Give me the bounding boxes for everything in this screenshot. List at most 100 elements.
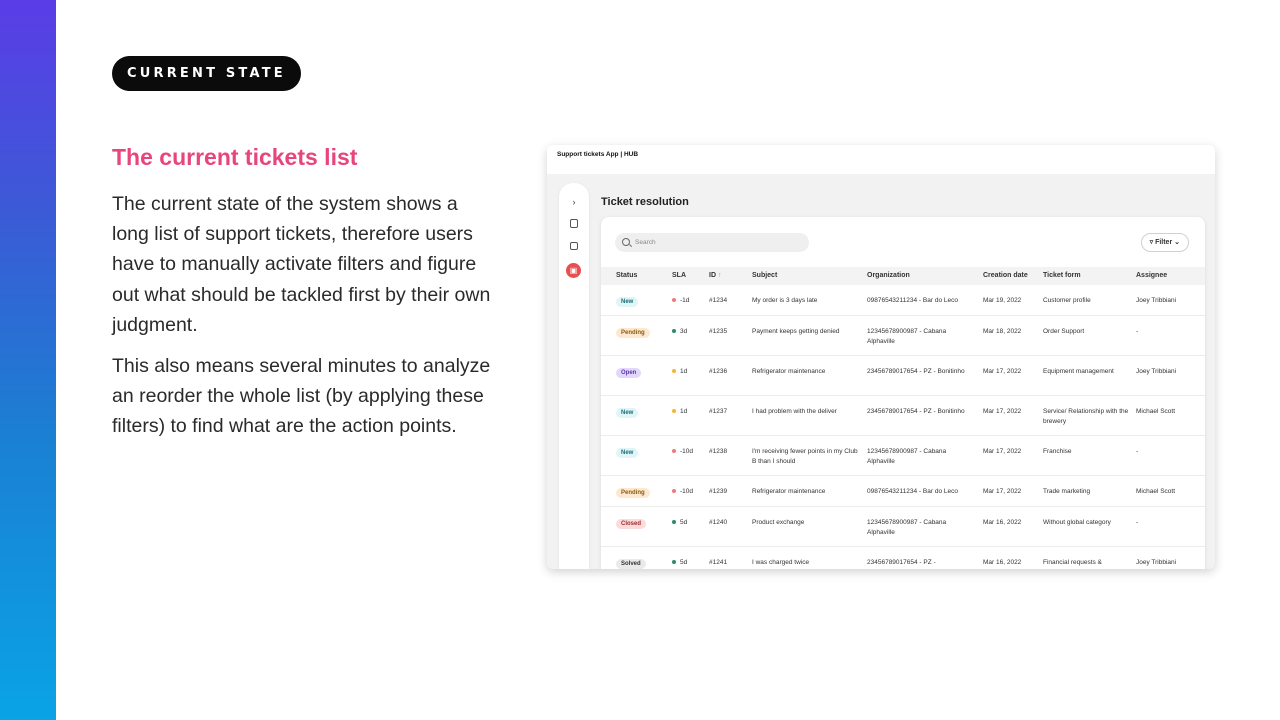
sla-dot-icon xyxy=(672,560,676,565)
table-row[interactable]: New -1d #1234 My order is 3 days late 098765… xyxy=(601,285,1205,316)
sla-dot-icon xyxy=(672,520,676,525)
col-status[interactable]: Status xyxy=(616,271,637,281)
ticket-date: Mar 17, 2022 xyxy=(983,488,1022,495)
status-cell: New xyxy=(616,447,639,458)
ticket-assignee: - xyxy=(1136,448,1139,455)
ticket-id: #1240 xyxy=(709,519,728,526)
table-row[interactable]: Pending -10d #1239 Refrigerator maintenance… xyxy=(601,476,1205,507)
sla-dot-icon xyxy=(672,409,676,414)
ticket-organization: 23456789017654 - PZ - xyxy=(867,559,936,566)
table-header: Status SLA ID ↑ Subject Organization Cre… xyxy=(601,267,1205,285)
ticket-subject: Refrigerator maintenance xyxy=(752,488,826,495)
contact-icon[interactable] xyxy=(570,219,578,228)
ticket-id: #1235 xyxy=(709,328,728,335)
col-id[interactable]: ID ↑ xyxy=(709,271,721,281)
gradient-side-bar xyxy=(0,0,56,720)
ticket-assignee: Michael Scott xyxy=(1136,408,1176,415)
filter-button[interactable]: ▿ Filter ⌄ xyxy=(1140,233,1189,252)
table-row[interactable]: Open 1d #1236 Refrigerator maintenance 23456… xyxy=(601,356,1205,396)
ticket-form: Financial requests & xyxy=(1043,559,1102,566)
table-row[interactable]: Solved 5d #1241 I was charged twice 23456789… xyxy=(601,547,1205,569)
status-cell: Pending xyxy=(616,327,650,338)
sla-value: 5d xyxy=(680,519,688,526)
ticket-id: #1234 xyxy=(709,297,728,304)
tickets-icon[interactable]: ▣ xyxy=(566,263,581,278)
chevron-right-icon[interactable]: › xyxy=(568,196,580,208)
ticket-form: Order Support xyxy=(1043,328,1085,335)
status-badge: Open xyxy=(616,368,642,378)
ticket-assignee: Michael Scott xyxy=(1136,488,1176,495)
status-badge: New xyxy=(616,408,639,418)
col-ticket-form[interactable]: Ticket form xyxy=(1043,271,1131,281)
app-screenshot: Support tickets App | HUB › ▣ Ticket res… xyxy=(547,145,1215,569)
slide-heading: The current tickets list xyxy=(112,144,358,170)
ticket-organization: 09876543211234 - Bar do Leco xyxy=(867,488,958,495)
description-paragraph-1: The current state of the system shows a … xyxy=(112,193,491,336)
ticket-subject: Refrigerator maintenance xyxy=(752,368,826,375)
ticket-id: #1236 xyxy=(709,368,728,375)
ticket-date: Mar 17, 2022 xyxy=(983,368,1022,375)
table-row[interactable]: Pending 3d #1235 Payment keeps getting deni… xyxy=(601,316,1205,356)
description-paragraph-2: This also means several minutes to analy… xyxy=(112,355,491,438)
status-badge: New xyxy=(616,297,639,307)
ticket-form: Customer profile xyxy=(1043,297,1091,304)
ticket-assignee: Joey Tribbiani xyxy=(1136,297,1177,304)
sla-value: -1d xyxy=(680,297,690,304)
ticket-organization: 12345678900987 - Cabana Alphaville xyxy=(867,328,947,345)
ticket-date: Mar 16, 2022 xyxy=(983,519,1022,526)
col-sla[interactable]: SLA xyxy=(672,271,686,281)
page-title: Ticket resolution xyxy=(601,196,689,208)
app-window-title: Support tickets App | HUB xyxy=(547,145,1215,174)
table-row[interactable]: New 1d #1237 I had problem with the deliver… xyxy=(601,396,1205,436)
ticket-id: #1239 xyxy=(709,488,728,495)
table-row[interactable]: New -10d #1238 I'm receiving fewer points i… xyxy=(601,436,1205,476)
col-assignee[interactable]: Assignee xyxy=(1136,271,1167,281)
table-body: New -1d #1234 My order is 3 days late 098765… xyxy=(601,285,1205,569)
status-cell: New xyxy=(616,296,639,307)
status-badge: Closed xyxy=(616,519,647,529)
sla-dot-icon xyxy=(672,489,676,494)
ticket-subject: I'm receiving fewer points in my Club B … xyxy=(752,448,858,465)
ticket-organization: 12345678900987 - Cabana Alphaville xyxy=(867,448,947,465)
ticket-organization: 23456789017654 - PZ - Bonitinho xyxy=(867,368,965,375)
sla-dot-icon xyxy=(672,329,676,334)
tickets-panel: Search ▿ Filter ⌄ Status SLA ID ↑ Subjec… xyxy=(601,217,1205,569)
table-row[interactable]: Closed 5d #1240 Product exchange 12345678900… xyxy=(601,507,1205,547)
sla-dot-icon xyxy=(672,298,676,303)
col-subject[interactable]: Subject xyxy=(752,271,860,281)
sla-value: 1d xyxy=(680,368,688,375)
ticket-organization: 23456789017654 - PZ - Bonitinho xyxy=(867,408,965,415)
sla-cell: -10d xyxy=(672,447,693,457)
ticket-date: Mar 17, 2022 xyxy=(983,448,1022,455)
status-badge: Pending xyxy=(616,328,650,338)
status-badge: Pending xyxy=(616,488,650,498)
ticket-assignee: Joey Tribbiani xyxy=(1136,559,1177,566)
chevron-down-icon: ⌄ xyxy=(1172,239,1180,246)
sla-value: -10d xyxy=(680,448,694,455)
ticket-date: Mar 18, 2022 xyxy=(983,328,1022,335)
sort-up-icon: ↑ xyxy=(717,272,722,279)
ticket-subject: I had problem with the deliver xyxy=(752,408,837,415)
sla-value: 5d xyxy=(680,559,688,566)
search-input[interactable]: Search xyxy=(615,233,809,252)
col-id-label: ID xyxy=(709,272,716,279)
ticket-subject: Payment keeps getting denied xyxy=(752,328,840,335)
col-creation-date[interactable]: Creation date xyxy=(983,271,1028,281)
sla-value: 3d xyxy=(680,328,688,335)
copy-icon[interactable] xyxy=(570,242,578,250)
search-placeholder: Search xyxy=(635,239,656,246)
col-organization[interactable]: Organization xyxy=(867,271,975,281)
ticket-form: Service/ Relationship with the brewery xyxy=(1043,408,1129,425)
sla-cell: 5d xyxy=(672,518,687,528)
section-tag: CURRENT STATE xyxy=(112,56,301,91)
ticket-assignee: - xyxy=(1136,519,1139,526)
ticket-id: #1237 xyxy=(709,408,728,415)
sla-cell: -1d xyxy=(672,296,689,306)
ticket-date: Mar 19, 2022 xyxy=(983,297,1022,304)
ticket-form: Franchise xyxy=(1043,448,1072,455)
ticket-date: Mar 17, 2022 xyxy=(983,408,1022,415)
status-cell: Open xyxy=(616,367,642,378)
status-badge: Solved xyxy=(616,559,646,569)
sla-cell: 1d xyxy=(672,367,687,377)
ticket-organization: 12345678900987 - Cabana Alphaville xyxy=(867,519,947,536)
